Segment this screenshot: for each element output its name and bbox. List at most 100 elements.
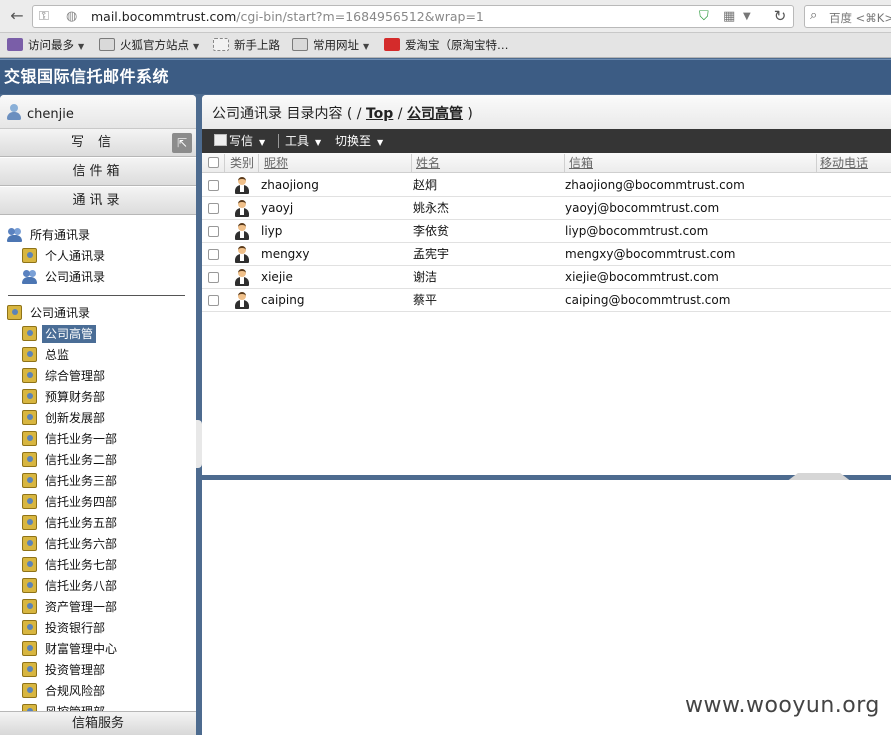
select-all-checkbox[interactable] xyxy=(208,157,219,168)
watermark: www.wooyun.org xyxy=(685,693,880,718)
search-box[interactable]: ⌕ 百度 <⌘K> xyxy=(804,5,891,28)
address-book-icon xyxy=(22,326,37,341)
popout-icon[interactable]: ⇱ xyxy=(172,133,192,153)
cell-nickname: caiping xyxy=(261,293,305,307)
dropdown-arrow-icon[interactable]: ▼ xyxy=(743,8,751,26)
bookmark-most-visited[interactable]: 访问最多 ▼ xyxy=(7,37,84,54)
cell-nickname: liyp xyxy=(261,224,283,238)
compose-button[interactable]: 写信 ⇱ xyxy=(0,129,196,157)
column-email[interactable]: 信箱 xyxy=(569,156,593,170)
browser-toolbar: ← ⚿ ◍ mail.bocommtrust.com/cgi-bin/start… xyxy=(0,0,891,33)
people-icon xyxy=(22,269,37,284)
department-label: 信托业务四部 xyxy=(45,495,118,509)
user-row: chenjie xyxy=(0,95,196,129)
bookmark-taobao[interactable]: 爱淘宝（原淘宝特… xyxy=(384,37,509,54)
folder-icon xyxy=(99,38,115,51)
breadcrumb-top-link[interactable]: Top xyxy=(366,106,393,122)
toolbar-switch-to-button[interactable]: 切换至 ▼ xyxy=(335,132,383,150)
breadcrumb: 公司通讯录 目录内容 ( / Top / 公司高管 ) xyxy=(212,106,473,123)
breadcrumb-current-link[interactable]: 公司高管 xyxy=(407,106,463,122)
cell-nickname: zhaojiong xyxy=(261,178,319,192)
cell-nickname: xiejie xyxy=(261,270,293,284)
reload-icon[interactable]: ↻ xyxy=(765,5,795,28)
cell-email[interactable]: liyp@bocommtrust.com xyxy=(565,224,708,239)
cell-email[interactable]: yaoyj@bocommtrust.com xyxy=(565,201,719,216)
row-checkbox[interactable] xyxy=(208,203,219,214)
cell-email[interactable]: caiping@bocommtrust.com xyxy=(565,293,730,308)
column-name[interactable]: 姓名 xyxy=(416,156,440,170)
table-row[interactable]: zhaojiong 赵炯 zhaojiong@bocommtrust.com xyxy=(202,174,891,197)
breadcrumb-prefix: 公司通讯录 目录内容 ( / xyxy=(212,106,366,122)
department-label: 信托业务五部 xyxy=(45,516,118,530)
column-nickname[interactable]: 昵称 xyxy=(264,156,288,170)
url-path: /cgi-bin/start?m=1684956512&wrap=1 xyxy=(236,9,484,24)
bookmarks-bar: 访问最多 ▼ 火狐官方站点 ▼ 新手上路 常用网址 ▼ 爱淘宝（原淘宝特… xyxy=(0,33,891,58)
toolbar-tools-button[interactable]: 工具 ▼ xyxy=(285,132,321,150)
address-book-icon xyxy=(22,620,37,635)
address-book-icon xyxy=(22,431,37,446)
bookmark-getting-started[interactable]: 新手上路 xyxy=(213,37,280,54)
row-checkbox[interactable] xyxy=(208,295,219,306)
contact-person-icon xyxy=(234,177,250,194)
app-header: 交银国际信托邮件系统 xyxy=(0,59,891,94)
table-row[interactable]: liyp 李依贫 liyp@bocommtrust.com xyxy=(202,220,891,243)
address-bar[interactable]: ⚿ ◍ mail.bocommtrust.com/cgi-bin/start?m… xyxy=(32,5,794,28)
breadcrumb-bar: 公司通讯录 目录内容 ( / Top / 公司高管 ) xyxy=(202,95,891,129)
back-icon[interactable]: ← xyxy=(6,5,28,27)
cell-name: 谢洁 xyxy=(413,270,438,284)
username: chenjie xyxy=(27,107,74,122)
row-checkbox[interactable] xyxy=(208,180,219,191)
bookmark-label: 火狐官方站点 xyxy=(120,38,189,52)
address-book-icon xyxy=(22,599,37,614)
department-label: 资产管理一部 xyxy=(45,600,118,614)
bookmark-label: 爱淘宝（原淘宝特… xyxy=(405,38,509,52)
table-row[interactable]: caiping 蔡平 caiping@bocommtrust.com xyxy=(202,289,891,312)
bookmark-label: 新手上路 xyxy=(234,38,280,52)
people-icon xyxy=(7,227,22,242)
department-label: 信托业务一部 xyxy=(45,432,118,446)
row-checkbox[interactable] xyxy=(208,249,219,260)
cell-nickname: yaoyj xyxy=(261,201,294,215)
department-label: 投资管理部 xyxy=(45,663,106,677)
cell-email[interactable]: xiejie@bocommtrust.com xyxy=(565,270,719,285)
table-row[interactable]: yaoyj 姚永杰 yaoyj@bocommtrust.com xyxy=(202,197,891,220)
department-label: 公司高管 xyxy=(42,325,97,343)
cell-name: 李依贫 xyxy=(413,224,450,238)
address-book-icon xyxy=(22,347,37,362)
compose-icon xyxy=(214,134,227,146)
department-label: 预算财务部 xyxy=(45,390,106,404)
department-label: 财富管理中心 xyxy=(45,642,118,656)
cell-email[interactable]: mengxy@bocommtrust.com xyxy=(565,247,735,262)
bookmark-firefox-site[interactable]: 火狐官方站点 ▼ xyxy=(99,37,199,54)
shield-icon[interactable]: ⛉ xyxy=(699,8,709,26)
page-icon xyxy=(213,38,229,51)
toolbar-compose-button[interactable]: 写信 ▼ xyxy=(214,132,265,150)
key-icon[interactable]: ⚿ xyxy=(39,8,49,26)
inbox-button[interactable]: 信件箱 xyxy=(0,158,196,186)
department-label: 信托业务六部 xyxy=(45,537,118,551)
row-checkbox[interactable] xyxy=(208,272,219,283)
qr-code-icon[interactable]: ▦ xyxy=(723,8,735,26)
column-mobile[interactable]: 移动电话 xyxy=(820,156,868,170)
address-book-icon xyxy=(22,557,37,572)
department-label: 综合管理部 xyxy=(45,369,106,383)
bookmark-common-sites[interactable]: 常用网址 ▼ xyxy=(292,37,369,54)
contacts-button[interactable]: 通讯录 xyxy=(0,187,196,215)
bookmark-label: 访问最多 xyxy=(28,38,74,52)
department-label: 信托业务三部 xyxy=(45,474,118,488)
cell-email[interactable]: zhaojiong@bocommtrust.com xyxy=(565,178,745,193)
contact-person-icon xyxy=(234,269,250,286)
table-row[interactable]: mengxy 孟宪宇 mengxy@bocommtrust.com xyxy=(202,243,891,266)
row-checkbox[interactable] xyxy=(208,226,219,237)
chevron-down-icon: ▼ xyxy=(259,138,266,147)
search-icon: ⌕ xyxy=(810,8,818,23)
folder-icon xyxy=(292,38,308,51)
mailbox-service-button[interactable]: 信箱服务 xyxy=(0,711,196,735)
address-book-icon xyxy=(22,410,37,425)
cell-name: 孟宪宇 xyxy=(413,247,450,261)
compose-label: 写信 xyxy=(70,135,125,150)
table-row[interactable]: xiejie 谢洁 xiejie@bocommtrust.com xyxy=(202,266,891,289)
chevron-down-icon: ▼ xyxy=(377,138,384,147)
inbox-label: 信件箱 xyxy=(72,164,124,179)
address-book-icon xyxy=(22,578,37,593)
